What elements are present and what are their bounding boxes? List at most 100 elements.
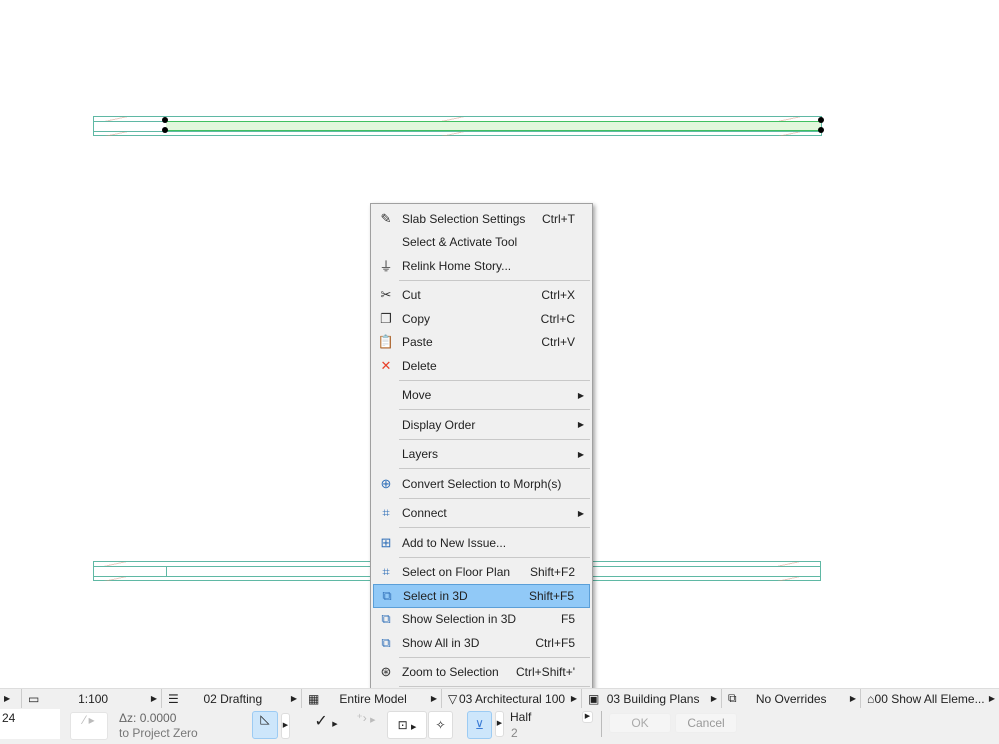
menu-item-delete[interactable]: ✕ Delete <box>373 354 590 378</box>
menu-item-label: Select in 3D <box>403 588 468 603</box>
dz-value: 0.0000 <box>139 711 177 725</box>
menu-item-layers[interactable]: Layers ▶ <box>373 443 590 467</box>
layer-combination-selector[interactable]: ☰ 02 Drafting ▶ <box>162 689 302 708</box>
show-all-3d-icon: ⧉ <box>381 634 391 650</box>
menu-item-slab-selection-settings[interactable]: ✎ Slab Selection Settings Ctrl+T <box>373 207 590 231</box>
menu-item-label: Select on Floor Plan <box>402 565 511 580</box>
menu-item-label: Display Order <box>402 417 476 432</box>
menu-item-add-to-new-issue[interactable]: ⊞ Add to New Issue... <box>373 531 590 555</box>
issue-icon: ⊞ <box>380 534 392 550</box>
menu-item-shortcut: F5 <box>560 612 575 627</box>
menu-item-copy[interactable]: ❐ Copy Ctrl+C <box>373 307 590 331</box>
menu-item-display-order[interactable]: Display Order ▶ <box>373 413 590 437</box>
check-tool-button[interactable]: ✓ ▶ <box>306 711 346 739</box>
menu-item-label: Delete <box>402 358 437 373</box>
model-view-selector[interactable]: ▦ Entire Model ▶ <box>302 689 442 708</box>
scissors-icon: ✂ <box>380 287 392 303</box>
menu-item-zoom-to-selection[interactable]: ⊛ Zoom to Selection Ctrl+Shift+' <box>373 661 590 685</box>
scale-selector[interactable]: ▭ 1:100 ▶ <box>22 689 162 708</box>
menu-item-label: Move <box>402 388 432 403</box>
submenu-arrow-icon: ▶ <box>577 390 584 400</box>
geometry-method-arrow[interactable]: ▶ <box>281 713 290 739</box>
elevation-reference-button[interactable]: ⁄ ▸ <box>70 712 108 740</box>
menu-item-label: Add to New Issue... <box>402 535 507 550</box>
overrides-selector[interactable]: ⧉ No Overrides ▶ <box>722 689 861 708</box>
menu-item-shortcut: Shift+F2 <box>529 565 575 580</box>
context-menu: ✎ Slab Selection Settings Ctrl+T Select & A… <box>370 203 593 709</box>
menu-item-shortcut: Ctrl+V <box>541 335 575 350</box>
magic-wand-icon: ✧ <box>435 718 446 732</box>
morph-icon: ⊕ <box>380 475 392 491</box>
transform-button[interactable]: ⊡ ▶ <box>387 711 427 739</box>
snap-arrow[interactable]: ▶ <box>495 711 504 737</box>
renovation-filter-selector[interactable]: ⌂ 00 Show All Eleme... ▶ <box>861 689 999 708</box>
snap-button[interactable]: ⊻ <box>467 711 492 739</box>
value-field[interactable]: 24 <box>0 709 60 739</box>
model-view-icon: ▦ <box>308 691 320 706</box>
menu-item-connect[interactable]: ⌗ Connect ▶ <box>373 502 590 526</box>
slab-top[interactable] <box>93 116 822 136</box>
menu-item-label: Zoom to Selection <box>402 665 499 680</box>
submenu-arrow-icon: ▶ <box>577 508 584 518</box>
magic-wand-button[interactable]: ✧ <box>428 711 453 739</box>
info-toolbar: 24 ⁄ ▸ Δz: 0.0000 to Project Zero ◺ ▶ ✓ … <box>0 708 999 744</box>
menu-item-shortcut: Ctrl+X <box>541 288 575 303</box>
menu-item-shortcut: Ctrl+F5 <box>535 635 575 650</box>
mvo-icon: ▣ <box>588 691 600 706</box>
submenu-arrow-icon: ▶ <box>577 420 584 430</box>
bounding-box-icon: ⊡ <box>397 718 408 732</box>
menu-item-cut[interactable]: ✂ Cut Ctrl+X <box>373 284 590 308</box>
status-bar: ▶ ▭ 1:100 ▶ ☰ 02 Drafting ▶ ▦ Entire Model ▶ ▽… <box>0 688 999 708</box>
cancel-button[interactable]: Cancel <box>675 713 737 733</box>
menu-item-label: Relink Home Story... <box>402 258 512 273</box>
connect-icon: ⌗ <box>382 505 390 521</box>
menu-item-label: Slab Selection Settings <box>402 211 526 226</box>
menu-item-paste[interactable]: 📋 Paste Ctrl+V <box>373 331 590 355</box>
snap-label: Half <box>510 710 532 724</box>
zoom-selection-icon: ⊛ <box>380 664 392 680</box>
mvo-selector[interactable]: ▣ 03 Building Plans ▶ <box>582 689 722 708</box>
relink-story-icon: ⏚ <box>379 259 393 275</box>
menu-item-show-selection-in-3d[interactable]: ⧉ Show Selection in 3D F5 <box>373 608 590 632</box>
ruler-icon: ▭ <box>28 691 40 706</box>
menu-item-convert-selection-to-morph-s[interactable]: ⊕ Convert Selection to Morph(s) <box>373 472 590 496</box>
pen-set-selector[interactable]: ▽ 03 Architectural 100 ▶ <box>442 689 582 708</box>
menu-item-label: Select & Activate Tool <box>402 235 518 250</box>
selection-handle[interactable] <box>818 117 824 123</box>
menu-item-label: Paste <box>402 335 433 350</box>
menu-item-shortcut: Ctrl+C <box>540 311 575 326</box>
menu-item-select-on-floor-plan[interactable]: ⌗ Select on Floor Plan Shift+F2 <box>373 561 590 585</box>
relink-button[interactable]: ⁺› ▶ <box>346 711 386 739</box>
menu-item-label: Show Selection in 3D <box>402 612 517 627</box>
menu-item-label: Show All in 3D <box>402 635 480 650</box>
selection-handle[interactable] <box>818 127 824 133</box>
menu-item-show-all-in-3d[interactable]: ⧉ Show All in 3D Ctrl+F5 <box>373 631 590 655</box>
selection-handle[interactable] <box>162 127 168 133</box>
layers-icon: ☰ <box>168 691 179 706</box>
menu-item-label: Connect <box>402 506 447 521</box>
floor-plan-select-icon: ⌗ <box>382 564 390 580</box>
paste-icon: 📋 <box>377 334 395 350</box>
snap-options-arrow[interactable]: ▶ <box>582 711 593 723</box>
menu-item-select-in-3d[interactable]: ⧉ Select in 3D Shift+F5 <box>373 584 590 608</box>
copy-icon: ❐ <box>380 310 392 326</box>
checkmark-icon: ✓ <box>314 713 328 730</box>
house-icon: ⌂ <box>867 691 875 706</box>
ok-button[interactable]: OK <box>609 713 671 733</box>
overrides-icon: ⧉ <box>728 691 737 705</box>
set-square-icon: ◺ <box>260 712 270 726</box>
reference-label: to Project Zero <box>119 726 198 740</box>
slab-settings-icon: ✎ <box>380 210 392 226</box>
menu-item-label: Copy <box>402 311 431 326</box>
snap-icon: ⊻ <box>475 718 484 732</box>
selection-handle[interactable] <box>162 117 168 123</box>
menu-item-label: Layers <box>402 447 439 462</box>
menu-item-select-activate-tool[interactable]: Select & Activate Tool <box>373 231 590 255</box>
geometry-method-button[interactable]: ◺ <box>252 711 278 739</box>
menu-item-relink-home-story[interactable]: ⏚ Relink Home Story... <box>373 254 590 278</box>
select-3d-icon: ⧉ <box>382 587 392 603</box>
pen-icon: ▽ <box>448 691 458 706</box>
menu-item-shortcut: Shift+F5 <box>528 588 574 603</box>
menu-item-move[interactable]: Move ▶ <box>373 384 590 408</box>
scroll-arrow-icon[interactable]: ▶ <box>0 694 14 703</box>
